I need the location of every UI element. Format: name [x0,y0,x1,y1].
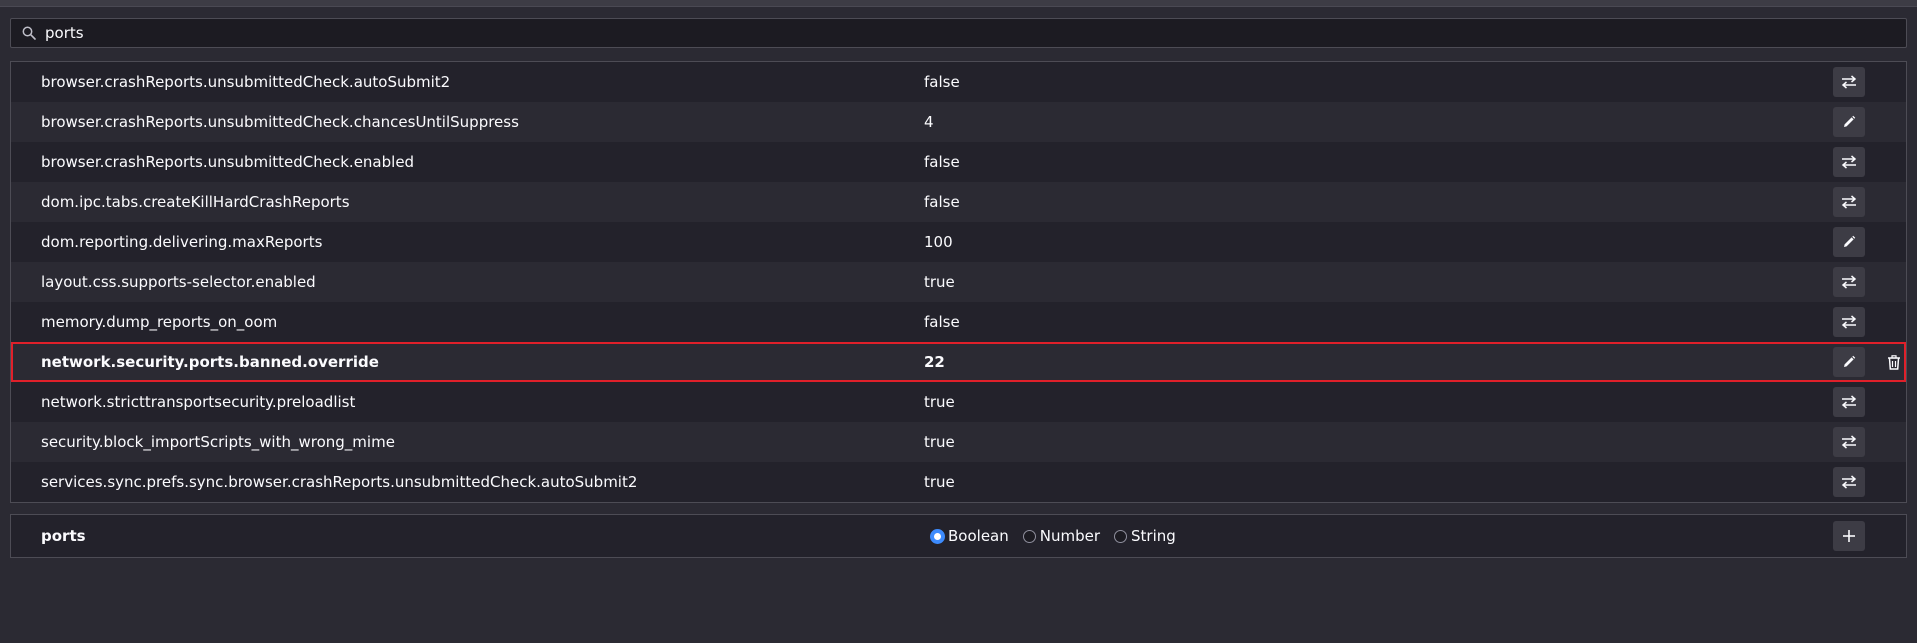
pref-value: false [924,73,960,91]
pref-name: memory.dump_reports_on_oom [41,313,278,331]
toggle-arrows-icon [1841,475,1857,489]
pref-name: browser.crashReports.unsubmittedCheck.ch… [41,113,519,131]
reset-delete-button[interactable] [1881,347,1907,377]
trash-icon [1888,354,1900,370]
pref-row[interactable]: network.stricttransportsecurity.preloadl… [11,382,1906,422]
toggle-arrows-icon [1841,315,1857,329]
pref-row[interactable]: memory.dump_reports_on_oom false [11,302,1906,342]
type-option-boolean[interactable]: Boolean [931,527,1009,545]
search-bar [10,18,1907,48]
type-option-string[interactable]: String [1114,527,1176,545]
new-pref-name: ports [41,527,86,545]
pref-name: browser.crashReports.unsubmittedCheck.au… [41,73,451,91]
pref-name: services.sync.prefs.sync.browser.crashRe… [41,473,638,491]
pref-name: network.security.ports.banned.override [41,353,379,371]
add-pref-button[interactable] [1833,521,1865,551]
plus-icon [1843,530,1855,542]
pref-row[interactable]: layout.css.supports-selector.enabled true [11,262,1906,302]
type-label-string: String [1131,527,1176,545]
toggle-arrows-icon [1841,195,1857,209]
toggle-button[interactable] [1833,147,1865,177]
add-preference-row: ports Boolean Number String [10,514,1907,558]
pref-name: security.block_importScripts_with_wrong_… [41,433,395,451]
toggle-button[interactable] [1833,467,1865,497]
type-label-boolean: Boolean [948,527,1009,545]
pref-value: true [924,273,955,291]
pencil-icon [1844,115,1856,127]
pref-value: true [924,433,955,451]
pref-row[interactable]: browser.crashReports.unsubmittedCheck.au… [11,62,1906,102]
pref-value: 22 [924,353,945,371]
pref-row[interactable]: browser.crashReports.unsubmittedCheck.ch… [11,102,1906,142]
toggle-button[interactable] [1833,67,1865,97]
pref-row[interactable]: dom.reporting.delivering.maxReports 100 [11,222,1906,262]
toggle-arrows-icon [1841,395,1857,409]
type-label-number: Number [1039,527,1101,545]
pref-value: 4 [924,113,934,131]
top-toolbar-strip [0,0,1917,7]
edit-button[interactable] [1833,107,1865,137]
toggle-arrows-icon [1841,275,1857,289]
radio-string[interactable] [1114,529,1128,543]
toggle-arrows-icon [1841,435,1857,449]
toggle-button[interactable] [1833,187,1865,217]
search-input[interactable] [45,20,1906,46]
search-icon [21,25,37,41]
pencil-icon [1844,235,1856,247]
pref-value: false [924,193,960,211]
pref-name: layout.css.supports-selector.enabled [41,273,316,291]
type-option-number[interactable]: Number [1022,527,1101,545]
pref-row[interactable]: network.security.ports.banned.override 22 [11,342,1906,382]
toggle-button[interactable] [1833,387,1865,417]
toggle-button[interactable] [1833,307,1865,337]
pref-name: dom.reporting.delivering.maxReports [41,233,323,251]
pref-name: browser.crashReports.unsubmittedCheck.en… [41,153,415,171]
pref-row[interactable]: browser.crashReports.unsubmittedCheck.en… [11,142,1906,182]
pref-name: dom.ipc.tabs.createKillHardCrashReports [41,193,350,211]
pref-value: true [924,393,955,411]
edit-button[interactable] [1833,347,1865,377]
pencil-icon [1844,355,1856,367]
pref-name: network.stricttransportsecurity.preloadl… [41,393,356,411]
pref-value: false [924,313,960,331]
pref-value: true [924,473,955,491]
toggle-button[interactable] [1833,267,1865,297]
preferences-table: browser.crashReports.unsubmittedCheck.au… [10,61,1907,503]
toggle-button[interactable] [1833,427,1865,457]
pref-row[interactable]: dom.ipc.tabs.createKillHardCrashReports f… [11,182,1906,222]
toggle-arrows-icon [1841,75,1857,89]
pref-row[interactable]: security.block_importScripts_with_wrong_… [11,422,1906,462]
pref-value: 100 [924,233,953,251]
pref-type-radio-group: Boolean Number String [931,527,1176,545]
radio-number[interactable] [1022,529,1036,543]
pref-row[interactable]: services.sync.prefs.sync.browser.crashRe… [11,462,1906,502]
pref-value: false [924,153,960,171]
toggle-arrows-icon [1841,155,1857,169]
edit-button[interactable] [1833,227,1865,257]
radio-boolean[interactable] [931,529,944,543]
